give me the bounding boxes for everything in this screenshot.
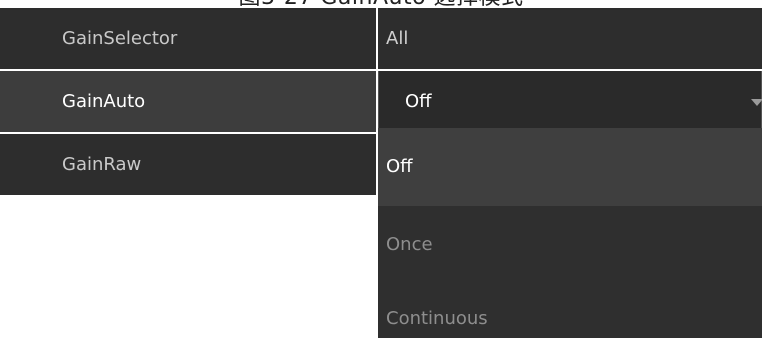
property-row-gainauto[interactable]: GainAuto Off <box>0 71 762 132</box>
property-name: GainSelector <box>0 8 376 69</box>
dropdown-option-once[interactable]: Once <box>378 206 762 284</box>
property-value[interactable]: All <box>378 8 762 69</box>
chevron-down-icon[interactable] <box>751 99 762 106</box>
select-value: Off <box>405 91 432 112</box>
property-name: GainRaw <box>0 134 376 195</box>
gainauto-select[interactable]: Off <box>378 71 762 132</box>
dropdown-option-continuous[interactable]: Continuous <box>378 284 762 338</box>
dropdown-option-off[interactable]: Off <box>378 128 762 206</box>
gainauto-dropdown-list: Off Once Continuous <box>378 128 762 338</box>
property-row-gainselector[interactable]: GainSelector All <box>0 8 762 69</box>
property-name: GainAuto <box>0 71 376 132</box>
